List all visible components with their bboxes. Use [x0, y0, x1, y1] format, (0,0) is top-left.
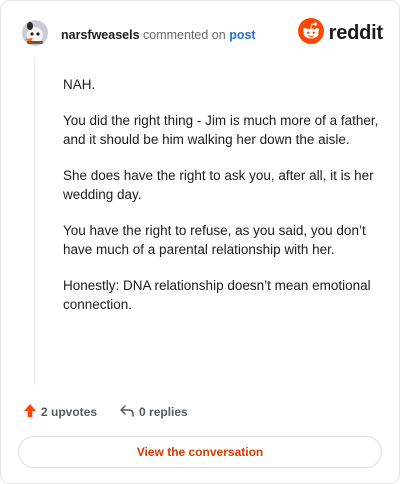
comment-meta: narsfweasels commented on post	[61, 27, 256, 43]
comment-embed-card: narsfweasels commented on post reddit NA…	[0, 0, 400, 484]
post-link[interactable]: post	[229, 28, 255, 42]
reply-arrow-icon	[119, 404, 135, 421]
comment-paragraph: NAH.	[63, 77, 96, 92]
upvote-arrow-icon	[23, 403, 37, 421]
reply-count: 0 replies	[139, 405, 188, 419]
comment-paragraph: Honestly: DNA relationship doesn’t mean …	[63, 278, 371, 312]
comment-paragraph: She does have the right to ask you, afte…	[63, 168, 374, 202]
view-conversation-button[interactable]: View the conversation	[18, 436, 382, 468]
username-link[interactable]: narsfweasels	[61, 28, 140, 42]
comment-footer: 2 upvotes 0 replies	[19, 402, 188, 422]
comment-body: NAH. You did the right thing - Jim is mu…	[63, 75, 381, 331]
comment-header: narsfweasels commented on post reddit	[21, 17, 384, 51]
reddit-logo[interactable]: reddit	[297, 17, 384, 49]
replies-button[interactable]: 0 replies	[115, 404, 188, 421]
comment-paragraph: You have the right to refuse, as you sai…	[63, 223, 366, 257]
action-text: commented on	[143, 28, 226, 42]
upvote-count: 2 upvotes	[41, 405, 98, 419]
reddit-snoo-icon	[297, 17, 324, 49]
reddit-wordmark: reddit	[328, 21, 384, 44]
upvote-button[interactable]: 2 upvotes	[19, 403, 97, 421]
thread-line	[34, 57, 35, 385]
user-avatar-icon[interactable]	[21, 19, 49, 47]
comment-paragraph: You did the right thing - Jim is much mo…	[63, 113, 379, 147]
